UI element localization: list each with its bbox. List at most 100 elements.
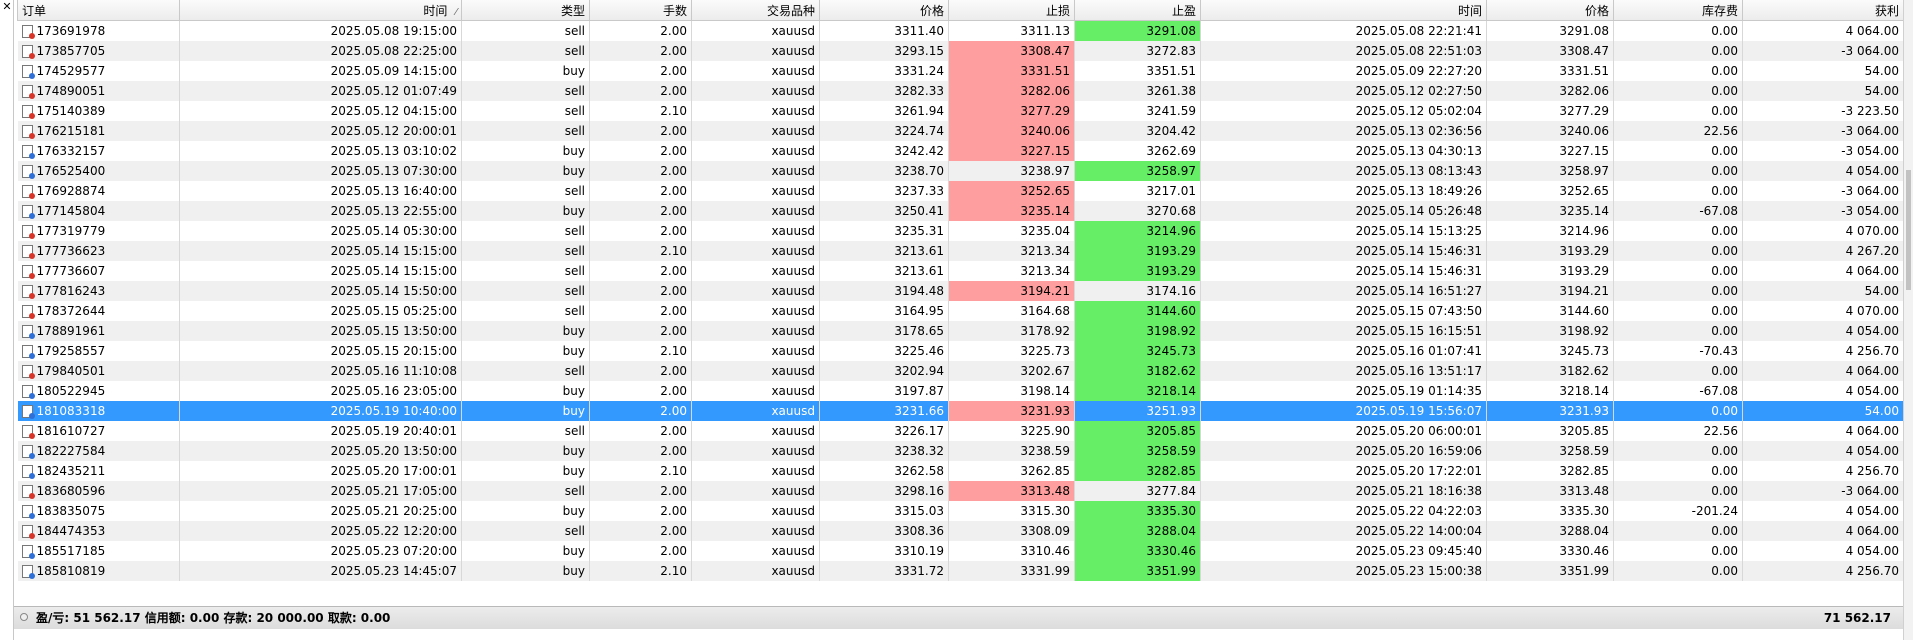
table-row[interactable]: 182227584 2025.05.20 13:50:00 buy 2.00 xauus… bbox=[17, 440, 1904, 461]
table-row[interactable]: 175140389 2025.05.12 04:15:00 sell 2.10 xauu… bbox=[17, 100, 1904, 121]
cell-open-price: 3331.72 bbox=[819, 560, 949, 581]
table-row[interactable]: 176928874 2025.05.13 16:40:00 sell 2.00 xauu… bbox=[17, 180, 1904, 201]
table-row[interactable]: 182435211 2025.05.20 17:00:01 buy 2.10 xauus… bbox=[17, 460, 1904, 481]
stop-loss-text: 3213.34 bbox=[1020, 263, 1070, 278]
table-row[interactable]: 181610727 2025.05.19 20:40:01 sell 2.00 xauu… bbox=[17, 420, 1904, 441]
col-header-size[interactable]: 手数 bbox=[589, 0, 692, 21]
order-id-text: 185517185 bbox=[36, 543, 106, 558]
open-time-text: 2025.05.12 04:15:00 bbox=[330, 103, 457, 118]
cell-symbol: xauusd bbox=[691, 80, 820, 101]
cell-open-time: 2025.05.23 07:20:00 bbox=[179, 540, 462, 561]
cell-close-price: 3252.65 bbox=[1486, 180, 1614, 201]
table-row[interactable]: 176525400 2025.05.13 07:30:00 buy 2.00 xauus… bbox=[17, 160, 1904, 181]
cell-order-type: sell bbox=[461, 120, 590, 141]
cell-stop-loss: 3227.15 bbox=[948, 140, 1075, 161]
cell-open-time: 2025.05.16 11:10:08 bbox=[179, 360, 462, 381]
symbol-text: xauusd bbox=[771, 63, 815, 78]
table-row[interactable]: 177736623 2025.05.14 15:15:00 sell 2.10 xauu… bbox=[17, 240, 1904, 261]
cell-order-id: 183680596 bbox=[17, 480, 180, 501]
cell-symbol: xauusd bbox=[691, 460, 820, 481]
col-header-stop-loss[interactable]: 止损 bbox=[948, 0, 1075, 21]
cell-order-type: sell bbox=[461, 480, 590, 501]
order-document-icon bbox=[21, 144, 35, 159]
cell-close-price: 3194.21 bbox=[1486, 280, 1614, 301]
profit-text: 4 256.70 bbox=[1845, 463, 1899, 478]
table-row[interactable]: 178891961 2025.05.15 13:50:00 buy 2.00 xauus… bbox=[17, 320, 1904, 341]
col-header-price[interactable]: 价格 bbox=[819, 0, 949, 21]
table-row[interactable]: 178372644 2025.05.15 05:25:00 sell 2.00 xauu… bbox=[17, 300, 1904, 321]
table-row[interactable]: 177816243 2025.05.14 15:50:00 sell 2.00 xauu… bbox=[17, 280, 1904, 301]
cell-swap: 0.00 bbox=[1613, 560, 1743, 581]
order-type-text: sell bbox=[564, 123, 585, 138]
cell-profit: 4 256.70 bbox=[1742, 560, 1904, 581]
close-time-text: 2025.05.13 04:30:13 bbox=[1355, 143, 1482, 158]
profit-text: 4 256.70 bbox=[1845, 343, 1899, 358]
cell-lot-size: 2.00 bbox=[589, 80, 692, 101]
table-row[interactable]: 179840501 2025.05.16 11:10:08 sell 2.00 xauu… bbox=[17, 360, 1904, 381]
take-profit-text: 3193.29 bbox=[1146, 263, 1196, 278]
cell-take-profit: 3351.99 bbox=[1074, 560, 1201, 581]
open-time-text: 2025.05.14 05:30:00 bbox=[330, 223, 457, 238]
cell-take-profit: 3351.51 bbox=[1074, 60, 1201, 81]
cell-order-id: 173691978 bbox=[17, 20, 180, 41]
cell-symbol: xauusd bbox=[691, 280, 820, 301]
profit-text: 54.00 bbox=[1864, 63, 1899, 78]
scrollbar-thumb[interactable] bbox=[1906, 170, 1911, 290]
table-row[interactable]: 181083318 2025.05.19 10:40:00 buy 2.00 xauus… bbox=[17, 400, 1904, 421]
cell-symbol: xauusd bbox=[691, 40, 820, 61]
cell-order-type: sell bbox=[461, 260, 590, 281]
lot-size-text: 2.00 bbox=[660, 203, 687, 218]
table-row[interactable]: 174890051 2025.05.12 01:07:49 sell 2.00 xauu… bbox=[17, 80, 1904, 101]
table-row[interactable]: 177145804 2025.05.13 22:55:00 buy 2.00 xauus… bbox=[17, 200, 1904, 221]
col-header-close-price[interactable]: 价格 bbox=[1486, 0, 1614, 21]
cell-close-time: 2025.05.13 08:13:43 bbox=[1200, 160, 1487, 181]
cell-order-type: buy bbox=[461, 320, 590, 341]
stop-loss-text: 3308.47 bbox=[1020, 43, 1070, 58]
cell-swap: 0.00 bbox=[1613, 20, 1743, 41]
table-header: 订单 时间 ⁄ 类型 手数 交易品种 价格 止损 止盈 时间 价格 库存费 获利 bbox=[17, 0, 1904, 21]
table-row[interactable]: 183835075 2025.05.21 20:25:00 buy 2.00 xauus… bbox=[17, 500, 1904, 521]
take-profit-text: 3288.04 bbox=[1146, 523, 1196, 538]
table-row[interactable]: 183680596 2025.05.21 17:05:00 sell 2.00 xauu… bbox=[17, 480, 1904, 501]
close-price-text: 3282.06 bbox=[1559, 83, 1609, 98]
table-row[interactable]: 180522945 2025.05.16 23:05:00 buy 2.00 xauus… bbox=[17, 380, 1904, 401]
col-header-close-time[interactable]: 时间 bbox=[1200, 0, 1487, 21]
table-row[interactable]: 173691978 2025.05.08 19:15:00 sell 2.00 xauu… bbox=[17, 20, 1904, 41]
cell-order-type: buy bbox=[461, 540, 590, 561]
stop-loss-text: 3202.67 bbox=[1020, 363, 1070, 378]
col-header-profit[interactable]: 获利 bbox=[1742, 0, 1904, 21]
cell-symbol: xauusd bbox=[691, 520, 820, 541]
take-profit-text: 3205.85 bbox=[1146, 423, 1196, 438]
cell-open-price: 3298.16 bbox=[819, 480, 949, 501]
order-type-text: buy bbox=[562, 163, 585, 178]
table-row[interactable]: 173857705 2025.05.08 22:25:00 sell 2.00 xauu… bbox=[17, 40, 1904, 61]
table-row[interactable]: 177319779 2025.05.14 05:30:00 sell 2.00 xauu… bbox=[17, 220, 1904, 241]
cell-symbol: xauusd bbox=[691, 180, 820, 201]
symbol-text: xauusd bbox=[771, 263, 815, 278]
close-icon[interactable]: ✕ bbox=[1, 1, 13, 13]
table-row[interactable]: 176332157 2025.05.13 03:10:02 buy 2.00 xauus… bbox=[17, 140, 1904, 161]
cell-open-time: 2025.05.13 22:55:00 bbox=[179, 200, 462, 221]
table-row[interactable]: 179258557 2025.05.15 20:15:00 buy 2.10 xauus… bbox=[17, 340, 1904, 361]
table-row[interactable]: 174529577 2025.05.09 14:15:00 buy 2.00 xauus… bbox=[17, 60, 1904, 81]
lot-size-text: 2.10 bbox=[660, 563, 687, 578]
cell-close-time: 2025.05.23 09:45:40 bbox=[1200, 540, 1487, 561]
table-row[interactable]: 185517185 2025.05.23 07:20:00 buy 2.00 xauus… bbox=[17, 540, 1904, 561]
col-header-order[interactable]: 订单 bbox=[17, 0, 180, 21]
table-row[interactable]: 177736607 2025.05.14 15:15:00 sell 2.00 xauu… bbox=[17, 260, 1904, 281]
col-header-symbol[interactable]: 交易品种 bbox=[691, 0, 820, 21]
vertical-scrollbar[interactable] bbox=[1903, 0, 1913, 640]
col-header-swap[interactable]: 库存费 bbox=[1613, 0, 1743, 21]
close-time-text: 2025.05.15 16:15:51 bbox=[1355, 323, 1482, 338]
table-row[interactable]: 185810819 2025.05.23 14:45:07 buy 2.10 xauus… bbox=[17, 560, 1904, 581]
order-id-text: 177736607 bbox=[36, 263, 106, 278]
close-time-text: 2025.05.22 04:22:03 bbox=[1355, 503, 1482, 518]
col-header-take-profit[interactable]: 止盈 bbox=[1074, 0, 1201, 21]
close-time-text: 2025.05.20 17:22:01 bbox=[1355, 463, 1482, 478]
cell-swap: 0.00 bbox=[1613, 540, 1743, 561]
open-time-text: 2025.05.09 14:15:00 bbox=[330, 63, 457, 78]
table-row[interactable]: 176215181 2025.05.12 20:00:01 sell 2.00 xauu… bbox=[17, 120, 1904, 141]
col-header-type[interactable]: 类型 bbox=[461, 0, 590, 21]
table-row[interactable]: 184474353 2025.05.22 12:20:00 sell 2.00 xauu… bbox=[17, 520, 1904, 541]
col-header-open-time[interactable]: 时间 ⁄ bbox=[179, 0, 462, 21]
